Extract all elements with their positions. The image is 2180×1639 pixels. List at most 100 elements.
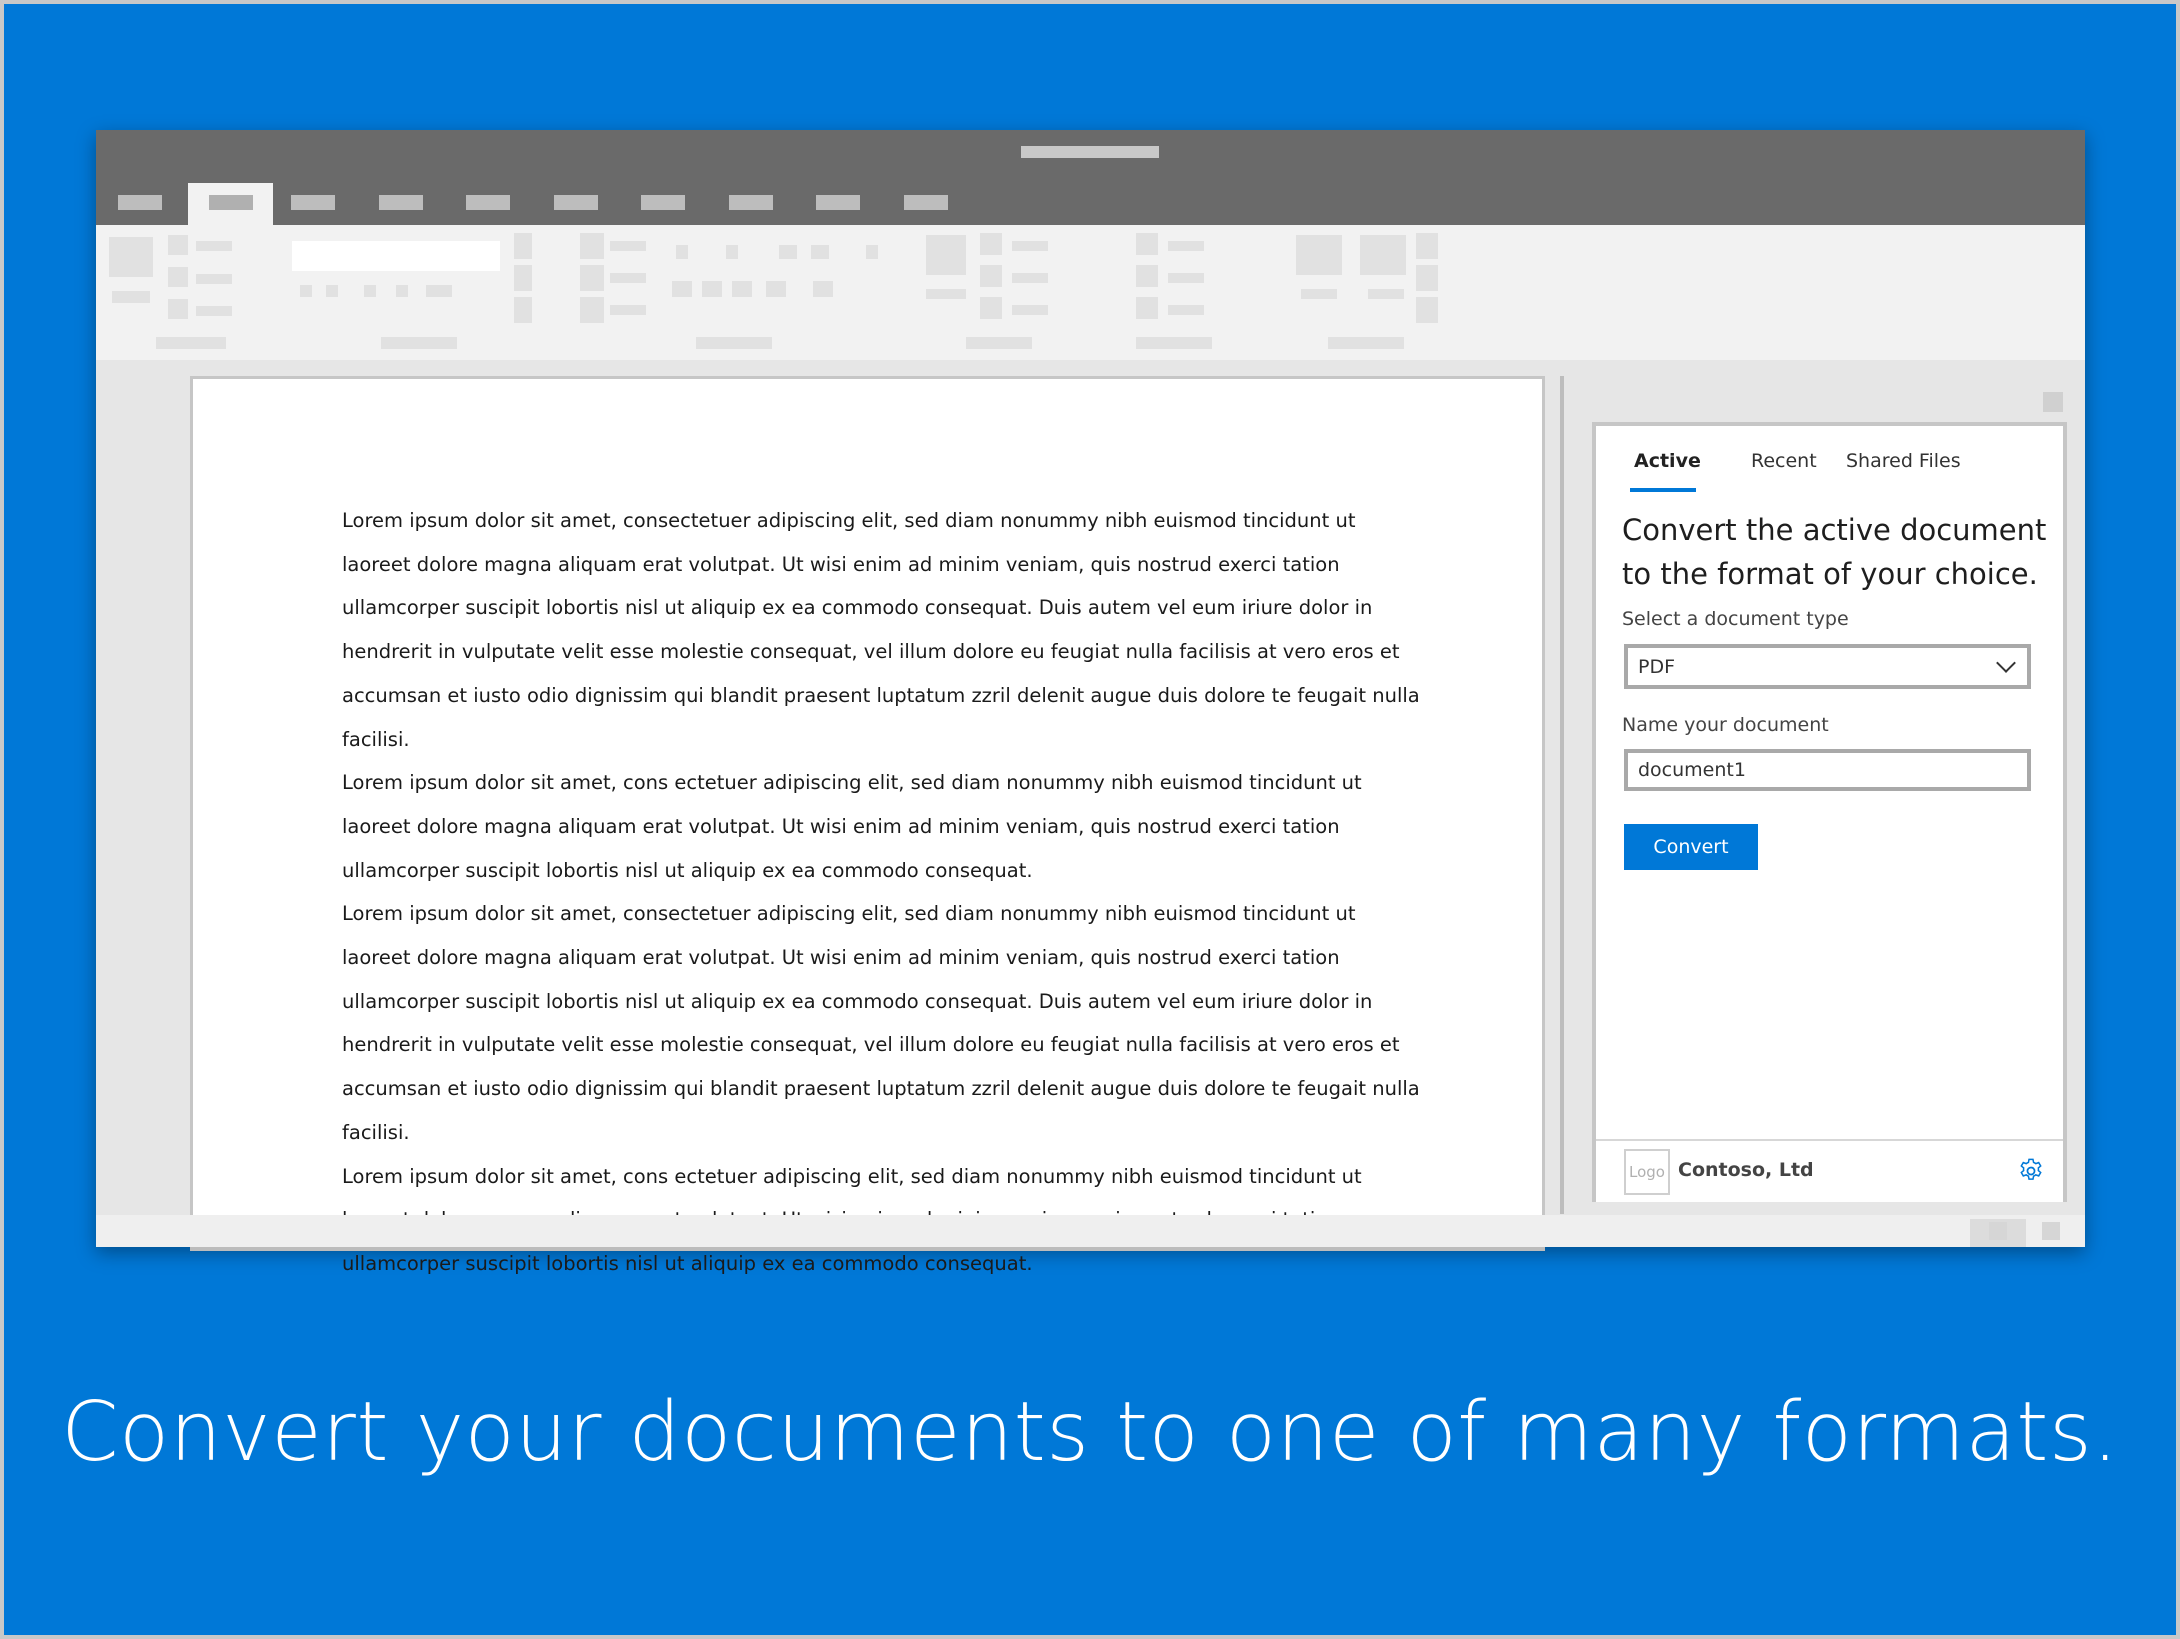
ribbon-label-placeholder <box>1168 305 1204 315</box>
ribbon-label-placeholder <box>1368 289 1404 299</box>
pane-footer: Logo Contoso, Ltd <box>1596 1139 2063 1202</box>
ribbon-button-placeholder[interactable] <box>426 285 452 297</box>
ribbon-group-label-placeholder <box>966 337 1032 349</box>
title-bar <box>96 130 2085 225</box>
tab-label: Active <box>1634 450 1701 472</box>
gear-icon[interactable] <box>2017 1157 2045 1185</box>
ribbon-tab-placeholder[interactable] <box>118 195 162 210</box>
ribbon-label-placeholder <box>196 274 232 284</box>
ribbon-button-placeholder[interactable] <box>364 285 376 297</box>
ribbon-button-placeholder[interactable] <box>732 281 752 297</box>
ribbon-button-placeholder[interactable] <box>514 297 532 323</box>
ribbon-label-placeholder <box>1012 305 1048 315</box>
ribbon-button-placeholder[interactable] <box>580 233 604 259</box>
company-logo: Logo <box>1624 1149 1670 1195</box>
tagline: Convert your documents to one of many fo… <box>61 1385 2119 1480</box>
document-page[interactable]: Lorem ipsum dolor sit amet, consectetuer… <box>190 376 1545 1275</box>
ribbon-group-label-placeholder <box>1328 337 1404 349</box>
pane-splitter[interactable] <box>1560 376 1564 1214</box>
ribbon-tab-placeholder[interactable] <box>729 195 773 210</box>
tab-shared-files[interactable]: Shared Files <box>1846 450 1961 472</box>
ribbon-tab-placeholder[interactable] <box>554 195 598 210</box>
ribbon-button-placeholder[interactable] <box>396 285 408 297</box>
document-name-field[interactable] <box>1624 749 2031 791</box>
ribbon-button-placeholder[interactable] <box>676 245 688 259</box>
ribbon-button-placeholder[interactable] <box>1416 233 1438 259</box>
ribbon-button-placeholder[interactable] <box>1136 233 1158 255</box>
ribbon-button-placeholder[interactable] <box>1136 297 1158 319</box>
ribbon-label-placeholder <box>610 241 646 251</box>
ribbon-button-placeholder[interactable] <box>811 245 829 259</box>
paragraph: Lorem ipsum dolor sit amet, consectetuer… <box>342 902 1420 1144</box>
chevron-down-icon <box>1996 653 2016 673</box>
ribbon-font-field-placeholder[interactable] <box>292 241 500 271</box>
ribbon-button-placeholder[interactable] <box>300 285 312 297</box>
ribbon <box>96 225 2085 360</box>
ribbon-button-placeholder[interactable] <box>580 265 604 291</box>
tab-label: Shared Files <box>1846 450 1961 472</box>
ribbon-button-placeholder[interactable] <box>726 245 738 259</box>
view-mode-icon <box>1989 1222 2007 1240</box>
ribbon-tab-placeholder[interactable] <box>466 195 510 210</box>
active-tab-indicator <box>1630 488 1696 492</box>
document-name-label: Name your document <box>1622 714 1829 736</box>
ribbon-button-placeholder[interactable] <box>980 233 1002 255</box>
page-shadow <box>190 1247 1545 1251</box>
ribbon-button-placeholder[interactable] <box>926 235 966 275</box>
ribbon-button-placeholder[interactable] <box>672 281 692 297</box>
ribbon-tab-placeholder[interactable] <box>816 195 860 210</box>
pane-scroll-control[interactable] <box>2043 392 2063 412</box>
ribbon-button-placeholder[interactable] <box>980 297 1002 319</box>
document-body[interactable]: Lorem ipsum dolor sit amet, consectetuer… <box>342 499 1422 1286</box>
paragraph: Lorem ipsum dolor sit amet, consectetuer… <box>342 509 1420 751</box>
ribbon-button-placeholder[interactable] <box>980 265 1002 287</box>
ribbon-label-placeholder <box>196 306 232 316</box>
ribbon-label-placeholder <box>1168 241 1204 251</box>
ribbon-button-placeholder[interactable] <box>1360 235 1406 275</box>
ribbon-label-placeholder <box>1012 241 1048 251</box>
ribbon-group-label-placeholder <box>381 337 457 349</box>
tab-recent[interactable]: Recent <box>1751 450 1817 472</box>
tab-active[interactable]: Active <box>1630 450 1701 492</box>
ribbon-button-placeholder[interactable] <box>514 233 532 259</box>
ribbon-label-placeholder <box>1168 273 1204 283</box>
status-bar <box>96 1215 2085 1247</box>
ribbon-button-placeholder[interactable] <box>702 281 722 297</box>
document-type-value: PDF <box>1638 656 1676 678</box>
ribbon-button-placeholder[interactable] <box>779 245 797 259</box>
ribbon-label-placeholder <box>1012 273 1048 283</box>
ribbon-button-placeholder[interactable] <box>326 285 338 297</box>
ribbon-button-placeholder[interactable] <box>813 281 833 297</box>
ribbon-button-placeholder[interactable] <box>866 245 878 259</box>
ribbon-button-placeholder[interactable] <box>766 281 786 297</box>
ribbon-button-placeholder[interactable] <box>168 235 188 255</box>
ribbon-button-placeholder[interactable] <box>1136 265 1158 287</box>
app-window: Lorem ipsum dolor sit amet, consectetuer… <box>96 130 2085 1275</box>
convert-button[interactable]: Convert <box>1624 824 1758 870</box>
company-name: Contoso, Ltd <box>1678 1159 1814 1181</box>
ribbon-button-placeholder[interactable] <box>1416 265 1438 291</box>
ribbon-group-label-placeholder <box>156 337 226 349</box>
view-mode-button[interactable] <box>2042 1222 2060 1240</box>
ribbon-group-label-placeholder <box>696 337 772 349</box>
ribbon-tab-placeholder[interactable] <box>379 195 423 210</box>
document-type-label: Select a document type <box>1622 608 1849 630</box>
ribbon-button-placeholder[interactable] <box>168 267 188 287</box>
ribbon-button-placeholder[interactable] <box>168 299 188 319</box>
window-title-placeholder <box>1021 146 1159 158</box>
ribbon-button-placeholder[interactable] <box>1416 297 1438 323</box>
ribbon-tab-selected[interactable] <box>188 183 273 225</box>
ribbon-tab-placeholder[interactable] <box>904 195 948 210</box>
ribbon-button-placeholder[interactable] <box>580 297 604 323</box>
ribbon-tab-placeholder[interactable] <box>641 195 685 210</box>
workspace-margin <box>96 360 190 1215</box>
ribbon-button-placeholder[interactable] <box>1296 235 1342 275</box>
ribbon-label-placeholder <box>610 273 646 283</box>
ribbon-tab-placeholder <box>209 195 253 210</box>
document-type-select[interactable]: PDF <box>1624 644 2031 689</box>
ribbon-button-placeholder[interactable] <box>109 237 153 277</box>
ribbon-tab-placeholder[interactable] <box>291 195 335 210</box>
ribbon-button-placeholder[interactable] <box>514 265 532 291</box>
pane-heading: Convert the active document to the forma… <box>1622 513 2047 591</box>
tab-label: Recent <box>1751 450 1817 472</box>
